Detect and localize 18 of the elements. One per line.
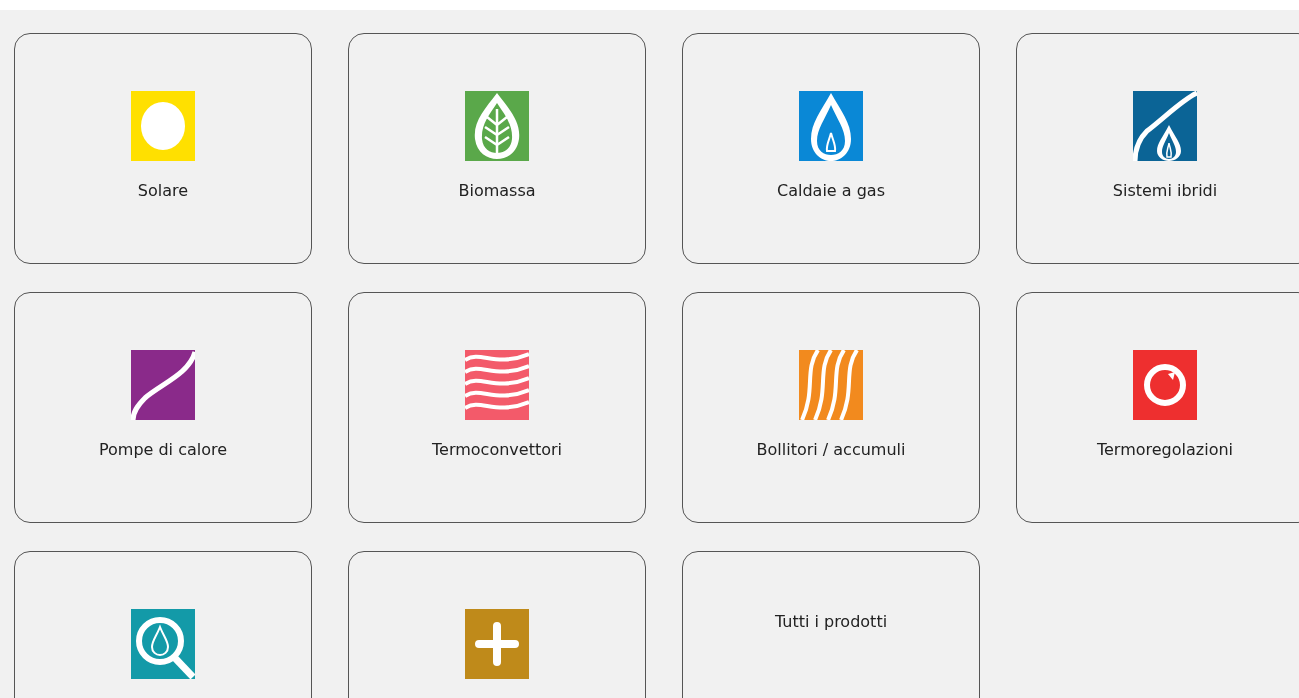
magnifier-drop-icon: [131, 609, 195, 679]
category-card[interactable]: Termoregolazioni: [1016, 292, 1299, 523]
category-card[interactable]: Biomassa: [348, 33, 646, 264]
plus-icon: [465, 609, 529, 679]
leaf-icon: [465, 91, 529, 161]
category-card[interactable]: Sistemi ibridi: [1016, 33, 1299, 264]
category-card[interactable]: Solare: [14, 33, 312, 264]
flame-curve-icon: [1133, 91, 1197, 161]
category-card[interactable]: Pompe di calore: [14, 292, 312, 523]
category-card[interactable]: Caldaie a gas: [682, 33, 980, 264]
waves-icon: [465, 350, 529, 420]
category-card[interactable]: Tutti i prodotti: [682, 551, 980, 698]
category-card[interactable]: Bollitori / accumuli: [682, 292, 980, 523]
wavy-lines-icon: [799, 350, 863, 420]
curve-icon: [131, 350, 195, 420]
dial-icon: [1133, 350, 1197, 420]
category-card[interactable]: Termoconvettori: [348, 292, 646, 523]
flame-icon: [799, 91, 863, 161]
